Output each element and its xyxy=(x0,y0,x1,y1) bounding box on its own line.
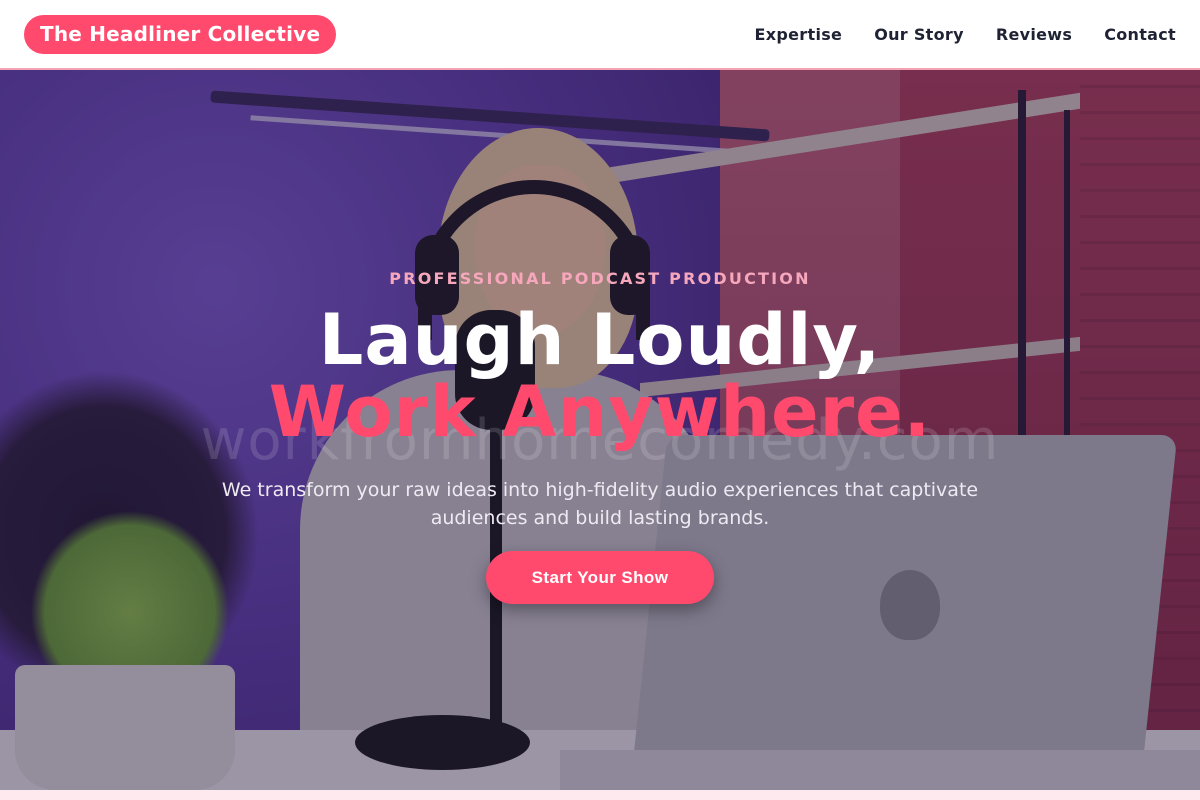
hero-section: workfromhomecomedy.com PROFESSIONAL PODC… xyxy=(0,70,1200,790)
nav-link-expertise[interactable]: Expertise xyxy=(755,25,843,44)
nav-link-reviews[interactable]: Reviews xyxy=(996,25,1072,44)
main-nav: Expertise Our Story Reviews Contact xyxy=(755,25,1176,44)
brand-logo[interactable]: The Headliner Collective xyxy=(24,14,337,54)
hero-subtext: We transform your raw ideas into high-fi… xyxy=(221,479,979,529)
headline-line-2: Work Anywhere. xyxy=(268,371,932,453)
hero-content: PROFESSIONAL PODCAST PRODUCTION Laugh Lo… xyxy=(0,70,1200,790)
site-header: The Headliner Collective Expertise Our S… xyxy=(0,0,1200,70)
hero-eyebrow: PROFESSIONAL PODCAST PRODUCTION xyxy=(389,269,811,288)
start-your-show-button[interactable]: Start Your Show xyxy=(486,551,714,604)
hero-headline: Laugh Loudly, Work Anywhere. xyxy=(0,304,1200,448)
next-section-edge xyxy=(0,790,1200,800)
nav-link-our-story[interactable]: Our Story xyxy=(874,25,964,44)
nav-link-contact[interactable]: Contact xyxy=(1104,25,1176,44)
headline-line-1: Laugh Loudly, xyxy=(318,299,882,381)
